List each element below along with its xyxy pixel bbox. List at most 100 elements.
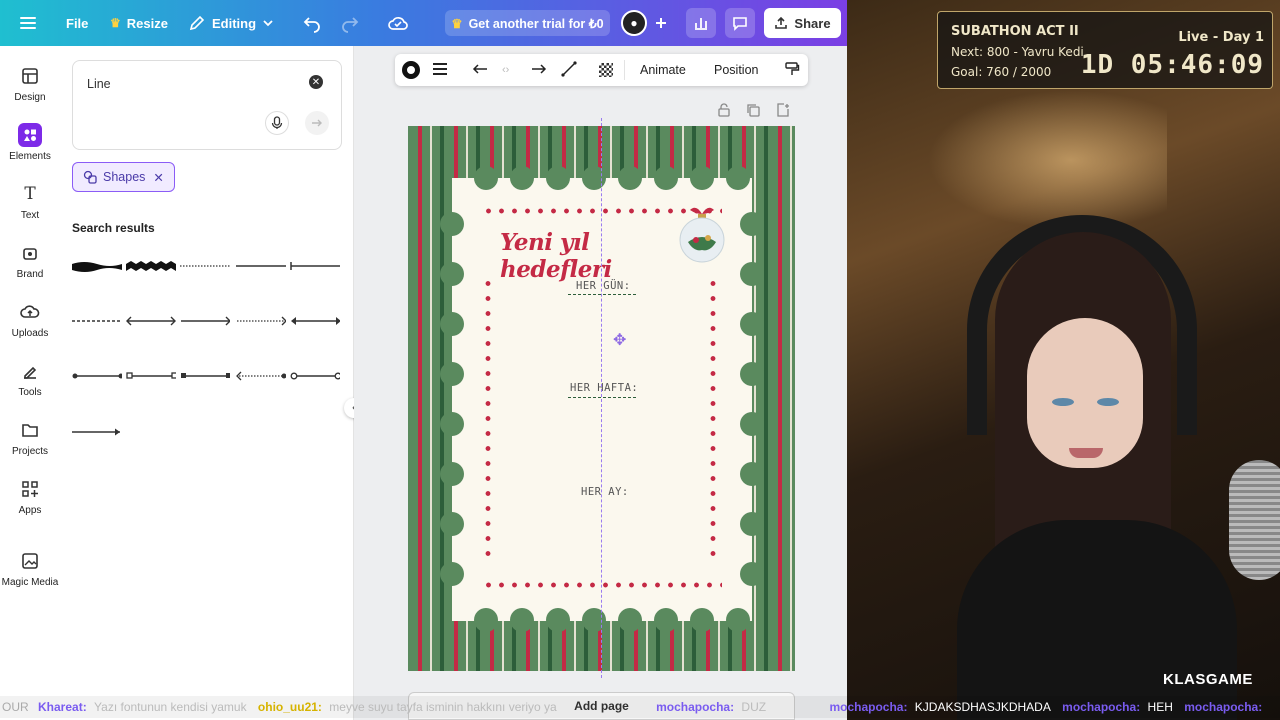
redo-icon[interactable] (340, 0, 360, 46)
design-heading[interactable]: Yeni yıl hedefleri (500, 229, 690, 283)
resize-label: Resize (126, 15, 168, 31)
microphone-icon[interactable] (265, 111, 289, 135)
lock-icon[interactable] (717, 103, 731, 122)
shape-filled-square-line[interactable] (180, 366, 230, 386)
comment-icon[interactable] (725, 8, 755, 38)
chat-user: mochapocha: (1184, 700, 1263, 714)
share-button[interactable]: Share (764, 8, 841, 38)
rail-item-tools[interactable]: Tools (0, 359, 60, 413)
label-her-ay[interactable]: HER AY: (581, 486, 629, 498)
resize-button[interactable]: ♛ Resize (110, 0, 168, 46)
subathon-overlay: SUBATHON ACT II Live - Day 1 Next: 800 -… (937, 11, 1273, 89)
streamer-body (957, 520, 1237, 720)
rail-label: Tools (18, 387, 42, 398)
streamer-mouth (1069, 448, 1103, 458)
rail-label: Brand (16, 269, 44, 280)
rail-item-elements[interactable]: Elements (0, 123, 60, 177)
search-box[interactable]: Line ✕ (72, 60, 342, 150)
search-results-heading: Search results (72, 221, 155, 235)
label-her-hafta[interactable]: HER HAFTA: (570, 382, 638, 394)
shape-dotted-line[interactable] (180, 256, 230, 276)
subathon-title: SUBATHON ACT II (951, 24, 1079, 39)
shape-dotted-arrow[interactable] (236, 311, 286, 331)
file-menu[interactable]: File (66, 0, 88, 46)
duplicate-page-icon[interactable] (746, 103, 760, 122)
line-weight-icon[interactable] (432, 62, 448, 79)
rail-label: Elements (9, 151, 51, 162)
transparency-icon[interactable] (599, 63, 613, 77)
divider-dashed (568, 294, 636, 295)
rail-item-uploads[interactable]: Uploads (0, 300, 60, 354)
klasgame-logo: KLASGAME (1163, 671, 1253, 688)
goal-progress: Goal: 760 / 2000 (951, 65, 1052, 79)
file-label: File (66, 15, 89, 31)
insights-icon[interactable] (686, 8, 716, 38)
rail-item-magic-media[interactable]: Magic Media (0, 549, 60, 603)
submit-arrow-icon[interactable] (305, 111, 329, 135)
line-start-arrow-icon[interactable] (472, 63, 488, 78)
webcam-feed: KLASGAME (847, 0, 1280, 720)
rail-label: Text (20, 210, 40, 221)
line-style-icon[interactable]: ‹› (502, 64, 509, 76)
chat-message: DUZ (741, 700, 767, 714)
search-input[interactable]: Line (87, 77, 111, 91)
shape-thick-wave-line[interactable] (72, 256, 122, 276)
context-toolbar: ‹› Animate Position (395, 54, 808, 86)
add-people-icon[interactable] (654, 0, 668, 46)
shape-zigzag-line[interactable] (126, 256, 176, 276)
shape-square-end-line[interactable] (126, 366, 176, 386)
position-button[interactable]: Position (714, 63, 758, 77)
shapes-filter-chip[interactable]: Shapes ✕ (72, 162, 175, 192)
rail-label: Magic Media (1, 577, 59, 588)
line-color-icon[interactable] (402, 61, 420, 79)
chat-user: mochapocha: (656, 700, 735, 714)
chat-fragment: OUR (2, 700, 29, 714)
shape-dot-end-line[interactable] (72, 366, 122, 386)
design-icon (18, 64, 42, 88)
top-bar: File ♛ Resize Editing ♛ Get another tria… (0, 0, 847, 46)
copy-style-icon[interactable] (784, 61, 800, 80)
move-handle-icon[interactable]: ✥ (613, 330, 626, 350)
live-status: Live - Day 1 (1178, 30, 1264, 45)
editing-dropdown[interactable]: Editing (188, 0, 274, 46)
cloud-save-icon[interactable] (387, 0, 409, 46)
ornament-image[interactable] (676, 204, 728, 264)
center-guide-line (601, 118, 602, 678)
shape-double-arrow[interactable] (126, 311, 176, 331)
rail-item-text[interactable]: T Text (0, 182, 60, 236)
remove-chip-icon[interactable]: ✕ (153, 170, 163, 185)
trial-button[interactable]: ♛ Get another trial for ₺0 (445, 10, 610, 36)
rail-item-projects[interactable]: Projects (0, 418, 60, 472)
avatar[interactable]: ● (621, 0, 647, 46)
line-end-arrow-icon[interactable] (531, 63, 547, 78)
rail-label: Design (14, 92, 46, 103)
add-page-icon[interactable] (776, 103, 790, 122)
rail-item-brand[interactable]: Brand (0, 241, 60, 295)
shape-double-filled-arrow[interactable] (290, 311, 340, 331)
chevron-down-icon (263, 20, 273, 27)
menu-icon[interactable] (18, 0, 38, 46)
line-type-icon[interactable] (561, 60, 577, 80)
next-goal: Next: 800 - Yavru Kedi A (951, 45, 1083, 59)
shape-bar-end-line[interactable] (290, 256, 340, 276)
rail-label: Uploads (11, 328, 49, 339)
divider-dashed (568, 397, 636, 398)
shape-circle-end-line[interactable] (290, 366, 340, 386)
label-her-gun[interactable]: HER GÜN: (576, 280, 631, 292)
shape-solid-line[interactable] (236, 256, 286, 276)
brand-icon (18, 241, 42, 265)
rail-item-apps[interactable]: Apps (0, 477, 60, 531)
animate-button[interactable]: Animate (640, 63, 686, 77)
undo-icon[interactable] (302, 0, 322, 46)
shape-arrow-line[interactable] (180, 311, 230, 331)
shape-dashed-line[interactable] (72, 311, 122, 331)
shape-long-arrow[interactable] (72, 422, 122, 442)
editing-label: Editing (212, 15, 257, 31)
chat-user: mochapocha: (1062, 700, 1141, 714)
shape-dotted-double-arrow[interactable] (236, 366, 286, 386)
clear-search-icon[interactable]: ✕ (309, 75, 323, 89)
text-icon: T (24, 184, 36, 204)
apps-icon (18, 477, 42, 501)
rail-label: Apps (18, 505, 42, 516)
rail-item-design[interactable]: Design (0, 64, 60, 118)
